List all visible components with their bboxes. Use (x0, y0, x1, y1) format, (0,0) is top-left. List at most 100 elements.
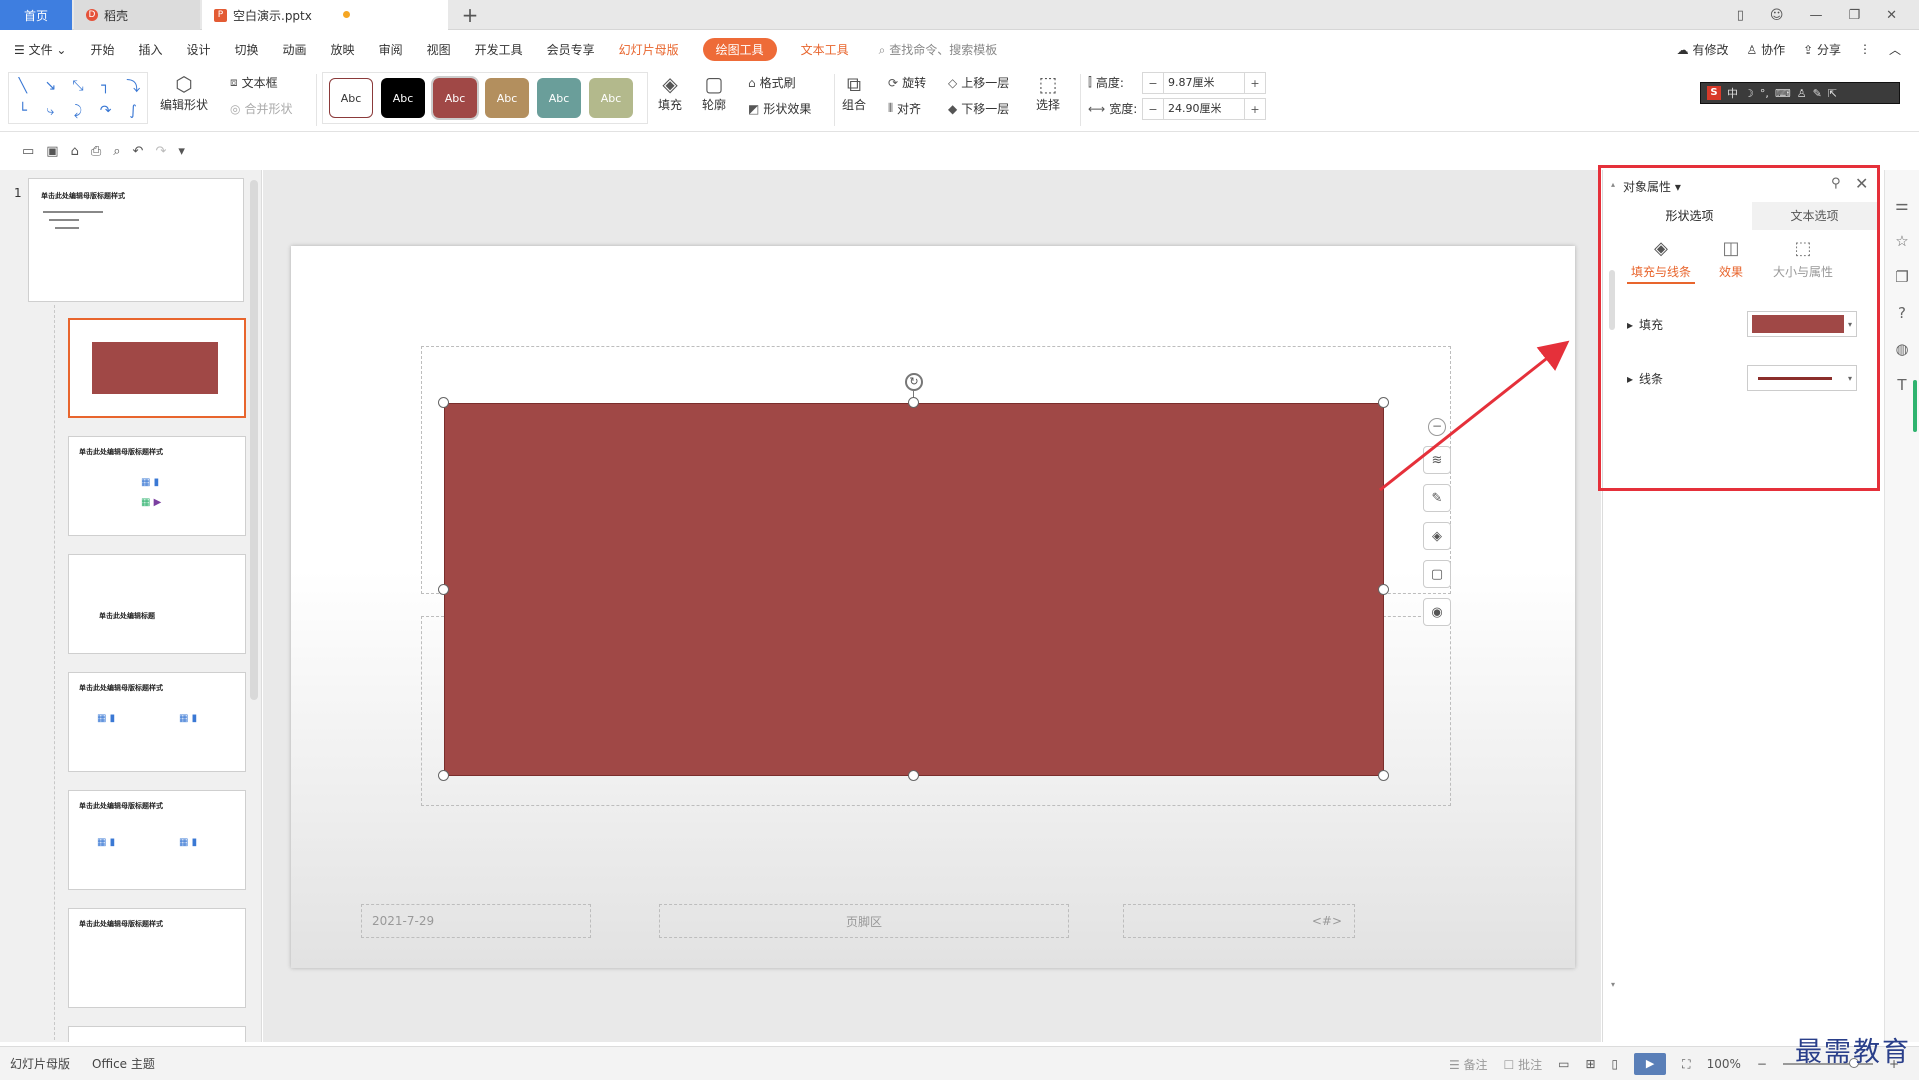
moon-icon[interactable]: ☽ (1744, 87, 1754, 100)
layout-thumbnail[interactable]: 单击此处编辑母版标题样式 ▦ ▮ ▦ ▶ (68, 436, 246, 536)
fit-window-icon[interactable]: ⛶ (1682, 1057, 1690, 1072)
align-button[interactable]: ⫴ 对齐 (888, 100, 921, 117)
style-swatch-5[interactable]: Abc (537, 78, 581, 118)
resize-handle-sw[interactable] (438, 770, 449, 781)
slide-master-layout[interactable]: 2021-7-29 页脚区 <#> ↻ − ≋ ✎ ◈ ▢ ◉ (291, 246, 1575, 968)
panel-scroll-down-icon[interactable]: ▾ (1611, 980, 1615, 989)
customize-dropdown-icon[interactable]: ▾ (178, 144, 185, 159)
bring-forward-button[interactable]: ◇ 上移一层 (948, 74, 1009, 91)
more-icon[interactable]: ⋮ (1859, 42, 1871, 56)
new-tab-button[interactable]: + (452, 0, 488, 30)
user-avatar-icon[interactable]: ☺ (1770, 8, 1784, 23)
style-swatch-3[interactable]: Abc (431, 76, 479, 120)
reading-view-icon[interactable]: ▯ (1612, 1057, 1619, 1071)
edit-shape-button[interactable]: ⬡ 编辑形状 (160, 72, 208, 113)
palette-icon[interactable]: ◍ (1895, 340, 1908, 358)
undo-icon[interactable]: ↶ (133, 144, 144, 159)
menu-text-tools[interactable]: 文本工具 (801, 41, 849, 58)
height-increment[interactable]: + (1245, 77, 1265, 90)
menu-member[interactable]: 会员专享 (547, 41, 595, 58)
sorter-view-icon[interactable]: ⊞ (1585, 1057, 1595, 1071)
punct-icon[interactable]: °, (1760, 87, 1769, 100)
rotate-button[interactable]: ⟳ 旋转 (888, 74, 926, 91)
freeform-icon[interactable]: ∫ (130, 103, 137, 119)
outline-frame-icon[interactable]: ▢ (1423, 560, 1451, 588)
resize-handle-se[interactable] (1378, 770, 1389, 781)
elbow-connector-icon[interactable]: ┐ (101, 78, 109, 94)
menu-drawing-tools[interactable]: 绘图工具 (702, 37, 777, 61)
resize-handle-e[interactable] (1378, 584, 1389, 595)
zoom-level[interactable]: 100% (1707, 1057, 1741, 1071)
menu-review[interactable]: 审阅 (379, 41, 403, 58)
select-button[interactable]: ⬚ 选择 (1036, 72, 1060, 113)
layout-thumbnail[interactable]: 单击此处编辑母版标题样式 ▦ ▮ ▦ ▮ (68, 790, 246, 890)
menu-transition[interactable]: 切换 (235, 41, 259, 58)
menu-home[interactable]: 开始 (90, 41, 114, 58)
width-decrement[interactable]: − (1143, 103, 1163, 116)
width-increment[interactable]: + (1245, 103, 1265, 116)
selected-rectangle-shape[interactable] (444, 403, 1384, 776)
print-preview-icon[interactable]: ⌕ (113, 144, 120, 159)
resize-handle-n[interactable] (908, 397, 919, 408)
footer-placeholder[interactable]: 页脚区 (659, 904, 1069, 938)
restore-button[interactable]: ❐ (1848, 8, 1860, 23)
master-thumbnail[interactable]: 单击此处编辑母版标题样式 (28, 178, 244, 302)
fill-bucket-icon[interactable]: ◈ (1423, 522, 1451, 550)
comments-button[interactable]: ☐ 批注 (1504, 1056, 1543, 1073)
text-style-icon[interactable]: T (1897, 376, 1906, 394)
notes-button[interactable]: ☰ 备注 (1449, 1056, 1488, 1073)
menu-developer[interactable]: 开发工具 (475, 41, 523, 58)
double-arrow-shape-icon[interactable]: ⤡ (72, 78, 83, 94)
menu-design[interactable]: 设计 (187, 41, 211, 58)
layers-icon[interactable]: ≋ (1423, 446, 1451, 474)
style-swatch-2[interactable]: Abc (381, 78, 425, 118)
user-icon[interactable]: ♙ (1797, 87, 1807, 100)
resize-handle-ne[interactable] (1378, 397, 1389, 408)
format-brush-button[interactable]: ⌂ 格式刷 (748, 74, 796, 91)
collab-button[interactable]: ♙ 协作 (1747, 41, 1786, 58)
lightbulb-icon[interactable]: ◉ (1423, 598, 1451, 626)
outline-button[interactable]: ▢ 轮廓 (702, 72, 726, 113)
status-theme[interactable]: Office 主题 (92, 1055, 155, 1072)
fill-button[interactable]: ◈ 填充 (658, 72, 682, 113)
command-search[interactable]: ⌕ 查找命令、搜索模板 (879, 41, 998, 58)
play-slideshow-button[interactable]: ▶ (1634, 1053, 1667, 1075)
group-button[interactable]: ⧉ 组合 (842, 72, 866, 113)
layout-thumbnail[interactable]: 单击此处编辑标题 (68, 554, 246, 654)
curve-connector-icon[interactable]: ⤷ (46, 103, 54, 119)
minimize-button[interactable]: — (1809, 8, 1822, 23)
tab-daoke[interactable]: D 稻壳 (74, 0, 200, 30)
shapes-gallery[interactable]: ╲ ↘ ⤡ ┐ ⤵ └ ⤷ ⤸ ↷ ∫ (8, 72, 148, 124)
resize-handle-s[interactable] (908, 770, 919, 781)
height-stepper[interactable]: − 9.87厘米 + (1142, 72, 1266, 94)
ime-mode[interactable]: 中 (1727, 85, 1738, 101)
send-backward-button[interactable]: ◆ 下移一层 (948, 100, 1009, 117)
layout-icon[interactable]: ▯ (1737, 8, 1744, 23)
elbow-arrow-icon[interactable]: ⤵ (126, 76, 140, 96)
page-number-placeholder[interactable]: <#> (1123, 904, 1355, 938)
elbow-double-icon[interactable]: └ (19, 103, 27, 119)
style-swatch-1[interactable]: Abc (329, 78, 373, 118)
menu-file[interactable]: ☰ 文件 ⌄ (14, 41, 66, 58)
layout-thumbnail[interactable]: 单击此处编辑母版标题样式 (68, 908, 246, 1008)
print-icon[interactable]: ⎙ (91, 144, 101, 159)
redo-icon[interactable]: ↷ (155, 144, 166, 159)
curve-arrow-icon[interactable]: ⤸ (74, 103, 82, 119)
shape-style-gallery[interactable]: Abc Abc Abc Abc Abc Abc (322, 72, 648, 124)
width-value[interactable]: 24.90厘米 (1163, 99, 1245, 119)
menu-view[interactable]: 视图 (427, 41, 451, 58)
properties-sliders-icon[interactable]: ⚌ (1895, 196, 1908, 214)
collapse-toolbar-icon[interactable]: − (1428, 418, 1446, 436)
format-painter-icon[interactable]: ⌂ (71, 144, 79, 159)
layout-thumbnail[interactable]: 单击此处编辑母版标题样式 ▦ ▮ ▦ ▮ (68, 672, 246, 772)
save-icon[interactable]: ▣ (46, 144, 58, 159)
resize-handle-w[interactable] (438, 584, 449, 595)
style-swatch-6[interactable]: Abc (589, 78, 633, 118)
menu-slide-master[interactable]: 幻灯片母版 (619, 41, 679, 58)
arrow-shape-icon[interactable]: ↘ (45, 78, 57, 94)
resize-handle-nw[interactable] (438, 397, 449, 408)
height-decrement[interactable]: − (1143, 77, 1163, 90)
animation-star-icon[interactable]: ☆ (1895, 232, 1908, 250)
merge-shape-button[interactable]: ◎ 合并形状 (230, 100, 293, 117)
tab-document[interactable]: P 空白演示.pptx (202, 0, 448, 30)
